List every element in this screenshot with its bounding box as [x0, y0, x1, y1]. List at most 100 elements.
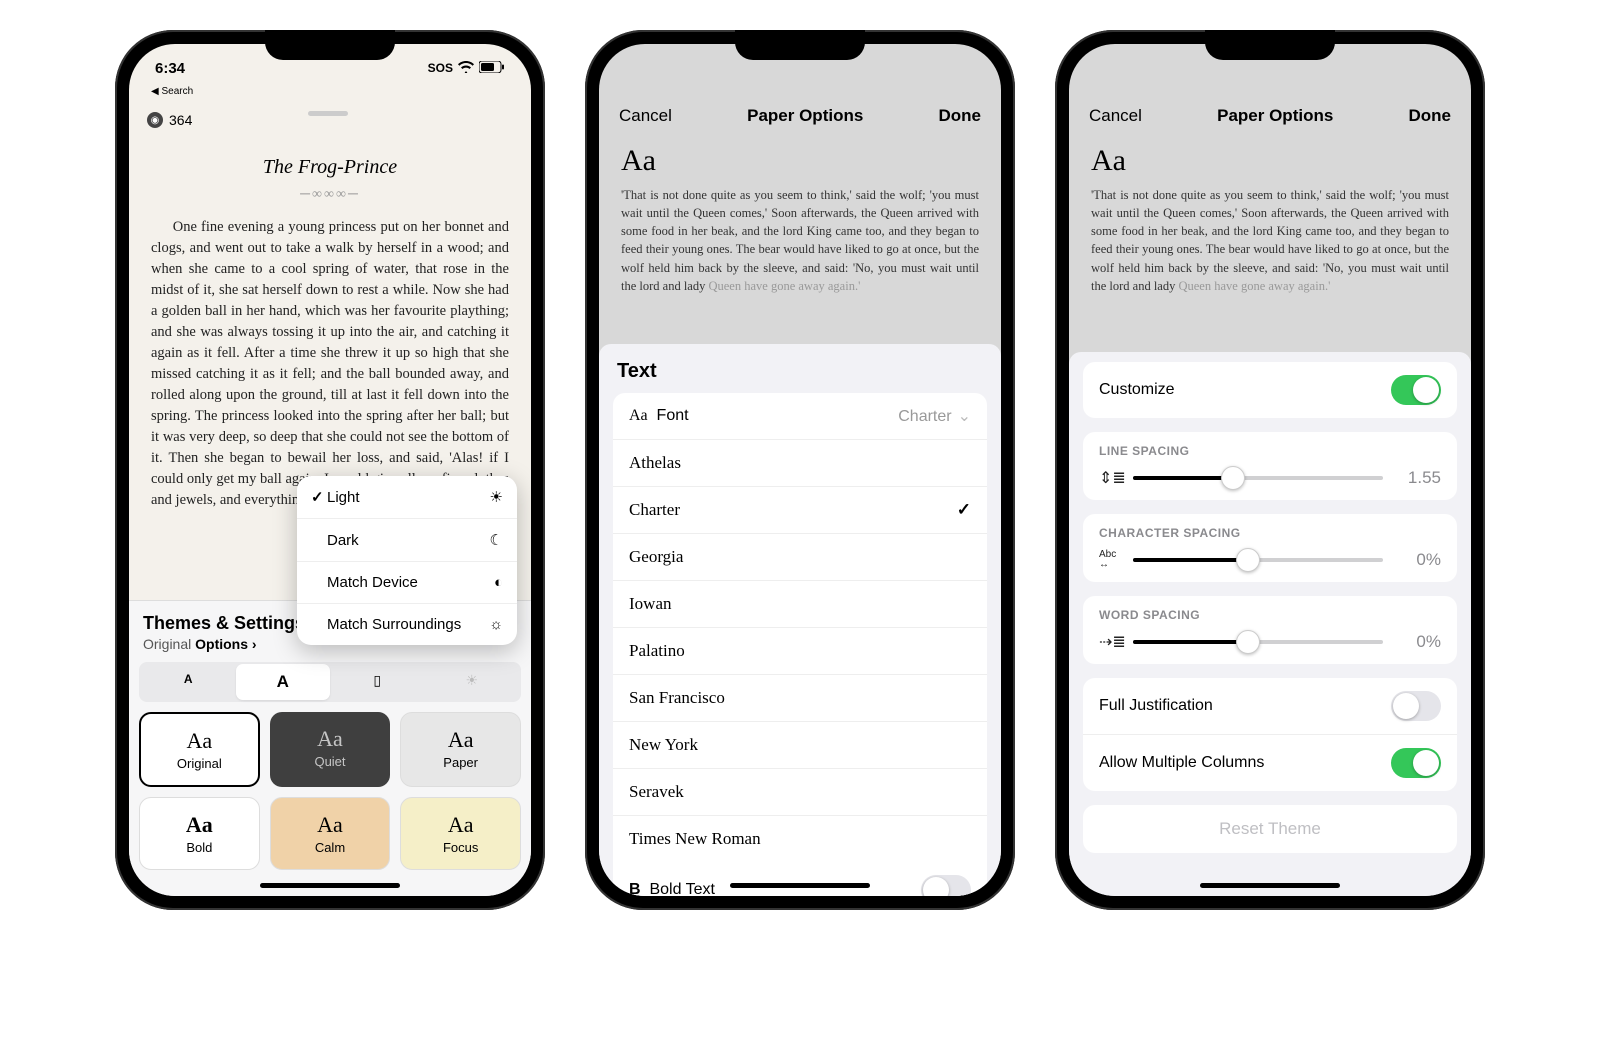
check-icon: ✓	[311, 488, 327, 506]
font-smaller-button[interactable]: A	[141, 664, 236, 700]
back-to-search[interactable]: ◀ Search	[151, 86, 193, 97]
allow-columns-toggle[interactable]	[1391, 748, 1441, 778]
themes-options-link[interactable]: Options ›	[195, 636, 256, 652]
font-option-athelas[interactable]: Athelas	[613, 440, 987, 487]
appearance-match-surroundings[interactable]: Match Surroundings ☼	[297, 604, 517, 645]
bold-toggle[interactable]	[921, 875, 971, 896]
sheet-body-fonts: Text Aa Font Charter⌄ AthelasCharter✓Geo…	[599, 344, 1001, 896]
theme-quiet[interactable]: Aa Quiet	[270, 712, 391, 787]
appearance-dark[interactable]: Dark ☾	[297, 519, 517, 562]
page-icon: ▯	[373, 672, 381, 688]
char-spacing-value: 0%	[1395, 550, 1441, 570]
page-icon: ◉	[147, 112, 163, 128]
sheet-title: Paper Options	[747, 106, 863, 126]
customize-label: Customize	[1099, 381, 1175, 399]
theme-paper[interactable]: Aa Paper	[400, 712, 521, 787]
word-spacing-heading: WORD SPACING	[1099, 608, 1441, 622]
theme-grid: Aa Original Aa Quiet Aa Paper Aa Bold Aa	[139, 712, 521, 870]
reset-theme-button[interactable]: Reset Theme	[1083, 805, 1457, 853]
font-option-times-new-roman[interactable]: Times New Roman	[613, 816, 987, 862]
done-button[interactable]: Done	[1408, 106, 1451, 126]
char-spacing-heading: CHARACTER SPACING	[1099, 526, 1441, 540]
scroll-mode-button[interactable]: ▯	[330, 664, 425, 700]
text-preview: Aa 'That is not done quite as you seem t…	[599, 138, 1001, 311]
sheet-body-layout: Customize LINE SPACING ⇕≣ 1.55 CHARACTER…	[1069, 352, 1471, 896]
word-spacing-block: WORD SPACING ⇢≣ 0%	[1083, 596, 1457, 664]
word-spacing-value: 0%	[1395, 632, 1441, 652]
theme-calm[interactable]: Aa Calm	[270, 797, 391, 870]
sun-icon: ☀︎	[490, 488, 503, 506]
full-justification-label: Full Justification	[1099, 697, 1213, 715]
section-text-title: Text	[617, 360, 983, 383]
sun-icon: ☀︎	[465, 672, 478, 688]
home-indicator[interactable]	[1200, 883, 1340, 888]
chevron-down-icon: ⌄	[958, 408, 971, 425]
chapter-title: The Frog-Prince	[151, 156, 509, 179]
line-spacing-value: 1.55	[1395, 468, 1441, 488]
font-option-new-york[interactable]: New York	[613, 722, 987, 769]
cancel-button[interactable]: Cancel	[619, 106, 672, 126]
appearance-light[interactable]: ✓Light ☀︎	[297, 476, 517, 519]
notch	[1205, 30, 1335, 60]
full-justification-row: Full Justification	[1083, 678, 1457, 735]
font-larger-button[interactable]: A	[236, 664, 331, 700]
status-right: SOS	[428, 61, 505, 76]
bold-text-row[interactable]: B Bold Text	[613, 862, 987, 896]
appearance-match-device[interactable]: Match Device ◐	[297, 562, 517, 604]
chapter-divider: ─∞∞∞─	[151, 187, 509, 203]
page-counter[interactable]: ◉ 364	[147, 112, 192, 128]
line-spacing-block: LINE SPACING ⇕≣ 1.55	[1083, 432, 1457, 500]
theme-original[interactable]: Aa Original	[139, 712, 260, 787]
line-spacing-icon: ⇕≣	[1099, 468, 1121, 488]
word-spacing-slider[interactable]	[1133, 640, 1383, 644]
phone-1: 6:34 SOS ◀ Search ◉ 364	[115, 30, 545, 910]
font-option-san-francisco[interactable]: San Francisco	[613, 675, 987, 722]
screen-3: Cancel Paper Options Done Aa 'That is no…	[1069, 44, 1471, 896]
done-button[interactable]: Done	[938, 106, 981, 126]
line-spacing-slider[interactable]	[1133, 476, 1383, 480]
char-spacing-slider[interactable]	[1133, 558, 1383, 562]
sheet-grabber[interactable]	[308, 111, 348, 116]
page-number: 364	[169, 112, 192, 128]
allow-columns-label: Allow Multiple Columns	[1099, 754, 1264, 772]
customize-toggle[interactable]	[1391, 375, 1441, 405]
preview-aa: Aa	[1091, 144, 1449, 178]
font-option-seravek[interactable]: Seravek	[613, 769, 987, 816]
moon-icon: ☾	[490, 531, 503, 549]
theme-bold[interactable]: Aa Bold	[139, 797, 260, 870]
sheet-title: Paper Options	[1217, 106, 1333, 126]
font-option-palatino[interactable]: Palatino	[613, 628, 987, 675]
sheet-header: Cancel Paper Options Done	[599, 90, 1001, 138]
home-indicator[interactable]	[730, 883, 870, 888]
font-option-charter[interactable]: Charter✓	[613, 487, 987, 534]
font-size-segment: A A ▯ ☀︎	[139, 662, 521, 702]
font-list: Aa Font Charter⌄ AthelasCharter✓GeorgiaI…	[613, 393, 987, 896]
phone-3: Cancel Paper Options Done Aa 'That is no…	[1055, 30, 1485, 910]
char-spacing-icon: Abc↔	[1099, 550, 1121, 570]
font-option-iowan[interactable]: Iowan	[613, 581, 987, 628]
preview-aa: Aa	[621, 144, 979, 178]
sheet-header: Cancel Paper Options Done	[1069, 90, 1471, 138]
screen-2: Cancel Paper Options Done Aa 'That is no…	[599, 44, 1001, 896]
preview-paragraph: 'That is not done quite as you seem to t…	[621, 186, 979, 295]
full-justification-toggle[interactable]	[1391, 691, 1441, 721]
brightness-icon: ☼	[489, 616, 503, 633]
text-preview: Aa 'That is not done quite as you seem t…	[1069, 138, 1471, 311]
home-indicator[interactable]	[260, 883, 400, 888]
line-spacing-heading: LINE SPACING	[1099, 444, 1441, 458]
appearance-popover: ✓Light ☀︎ Dark ☾ Match Device ◐ Match Su…	[297, 476, 517, 645]
check-icon: ✓	[957, 500, 971, 520]
theme-focus[interactable]: Aa Focus	[400, 797, 521, 870]
word-spacing-icon: ⇢≣	[1099, 632, 1121, 652]
allow-columns-row: Allow Multiple Columns	[1083, 735, 1457, 791]
font-option-georgia[interactable]: Georgia	[613, 534, 987, 581]
contrast-icon: ◐	[494, 574, 503, 591]
status-time: 6:34	[155, 60, 185, 77]
appearance-button[interactable]: ☀︎	[425, 664, 520, 700]
notch	[735, 30, 865, 60]
phone-2: Cancel Paper Options Done Aa 'That is no…	[585, 30, 1015, 910]
reader-content: The Frog-Prince ─∞∞∞─ One fine evening a…	[129, 128, 531, 521]
sos-label: SOS	[428, 61, 453, 75]
cancel-button[interactable]: Cancel	[1089, 106, 1142, 126]
font-header-row[interactable]: Aa Font Charter⌄	[613, 393, 987, 440]
